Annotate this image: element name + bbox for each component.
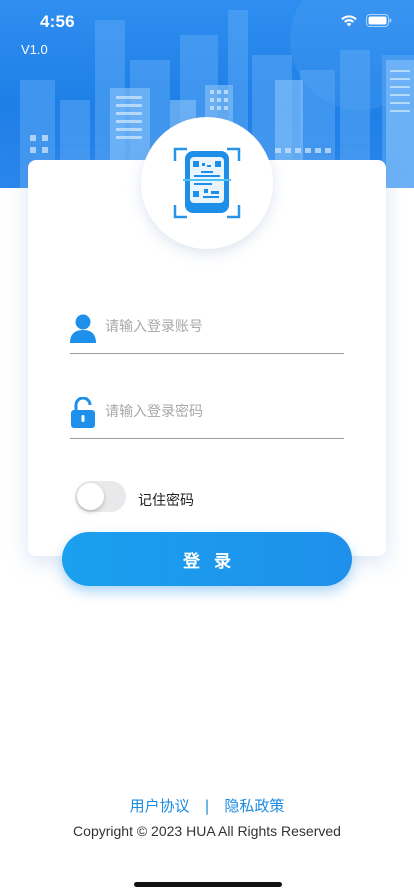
app-version: V1.0 — [21, 42, 48, 57]
status-time: 4:56 — [40, 12, 75, 31]
status-bar: 4:56 — [0, 0, 414, 44]
wifi-icon — [341, 15, 357, 27]
copyright-text: Copyright © 2023 HUA All Rights Reserved — [73, 823, 341, 839]
toggle-knob — [77, 483, 104, 510]
login-button[interactable]: 登录 — [62, 532, 352, 586]
user-agreement-link[interactable]: 用户协议 — [130, 795, 190, 816]
lock-icon — [71, 397, 95, 428]
remember-password-toggle[interactable] — [75, 481, 126, 512]
qr-scan-logo-icon — [173, 147, 241, 219]
password-field — [70, 389, 344, 439]
user-icon — [70, 314, 96, 343]
remember-password-label: 记住密码 — [138, 493, 194, 509]
privacy-policy-link[interactable]: 隐私政策 — [224, 795, 284, 816]
account-field — [70, 304, 344, 354]
home-indicator — [134, 882, 282, 887]
app-logo — [141, 117, 273, 249]
account-input[interactable] — [105, 314, 340, 340]
battery-icon — [366, 14, 392, 27]
password-input[interactable] — [105, 399, 340, 425]
footer-separator: | — [204, 797, 210, 815]
footer-links: 用户协议 | 隐私政策 — [0, 795, 414, 816]
status-icons — [340, 14, 392, 27]
